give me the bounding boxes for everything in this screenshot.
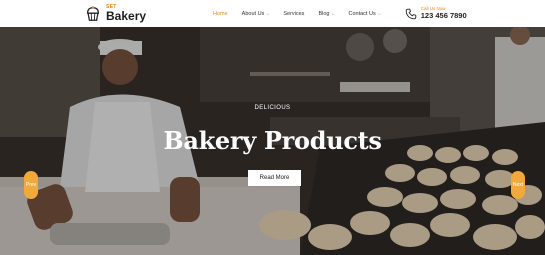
chevron-down-icon: ⌵ — [331, 11, 335, 16]
site-header: SET Bakery Home About Us ⌵ Services Blog… — [0, 0, 545, 27]
logo[interactable]: SET Bakery — [84, 5, 199, 23]
page: SET Bakery Home About Us ⌵ Services Blog… — [0, 0, 545, 255]
cupcake-icon — [86, 5, 100, 21]
nav-label: Blog — [318, 10, 330, 17]
chevron-down-icon: ⌵ — [377, 11, 381, 16]
nav-label: Home — [213, 10, 228, 17]
nav-item-services[interactable]: Services — [283, 11, 304, 17]
slider-next-button[interactable]: Next — [511, 171, 525, 199]
call-box[interactable]: Call Us Now 123 456 7890 — [405, 6, 467, 20]
read-more-button[interactable]: Read More — [248, 170, 301, 186]
chevron-down-icon: ⌵ — [266, 11, 270, 16]
hero-eyebrow: DELICIOUS — [254, 105, 291, 111]
main-nav: Home About Us ⌵ Services Blog ⌵ Contact … — [213, 11, 395, 17]
slider-prev-button[interactable]: Prev — [24, 171, 38, 199]
nav-item-about-us[interactable]: About Us ⌵ — [242, 11, 270, 17]
nav-label: Services — [283, 10, 305, 17]
prev-label: Prev — [25, 182, 37, 188]
hero-slider: DELICIOUS Bakery Products Read More Prev… — [0, 27, 545, 255]
nav-item-home[interactable]: Home — [213, 11, 228, 17]
nav-label: About Us — [241, 10, 265, 17]
nav-label: Contact Us — [348, 10, 376, 17]
call-number[interactable]: 123 456 7890 — [421, 11, 467, 20]
nav-item-blog[interactable]: Blog ⌵ — [318, 11, 334, 17]
phone-icon — [405, 8, 417, 19]
hero-title: Bakery Products — [163, 126, 382, 155]
next-label: Next — [512, 182, 524, 188]
logo-name: Bakery — [106, 9, 147, 23]
nav-item-contact-us[interactable]: Contact Us ⌵ — [349, 11, 381, 17]
